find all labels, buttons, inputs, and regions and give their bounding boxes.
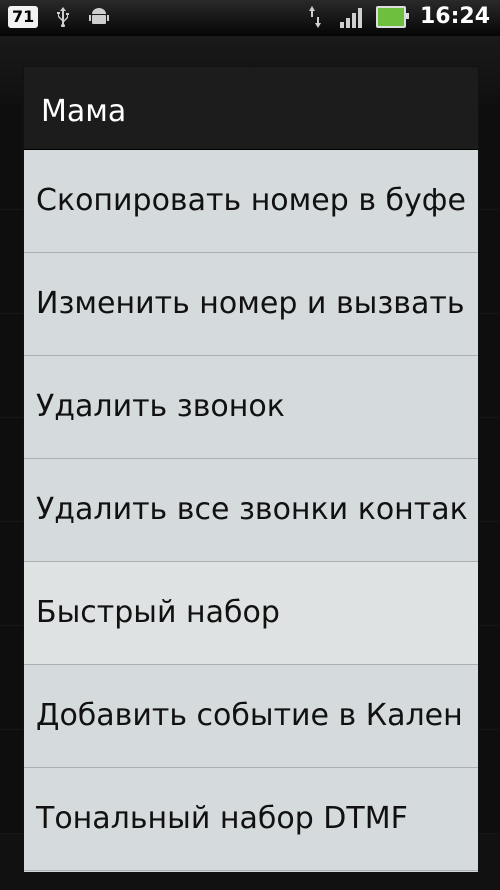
menu-item-dtmf-dial[interactable]: Тональный набор DTMF xyxy=(24,768,478,871)
menu-item-speed-dial[interactable]: Быстрый набор xyxy=(24,562,478,665)
battery-icon xyxy=(375,5,409,28)
menu-item-edit-number-call[interactable]: Изменить номер и вызвать xyxy=(24,253,478,356)
data-transfer-icon xyxy=(304,5,326,28)
menu-item-delete-call[interactable]: Удалить звонок xyxy=(24,356,478,459)
clock: 16:24 xyxy=(419,4,490,29)
menu-item-delete-all-calls[interactable]: Удалить все звонки контак xyxy=(24,459,478,562)
usb-icon xyxy=(52,6,74,28)
menu-item-copy-number[interactable]: Скопировать номер в буфе xyxy=(24,150,478,253)
dialog-title: Мама xyxy=(24,67,478,150)
context-menu-dialog: Мама Скопировать номер в буфе Изменить н… xyxy=(24,67,478,872)
phone-screen: 71 16:24 Мама Скопировать номер в буфе И… xyxy=(0,0,500,890)
menu-item-add-calendar-event[interactable]: Добавить событие в Кален xyxy=(24,665,478,768)
notification-count-badge: 71 xyxy=(8,6,39,28)
signal-icon xyxy=(339,6,362,28)
android-icon xyxy=(88,6,110,28)
status-bar: 71 16:24 xyxy=(0,0,500,36)
